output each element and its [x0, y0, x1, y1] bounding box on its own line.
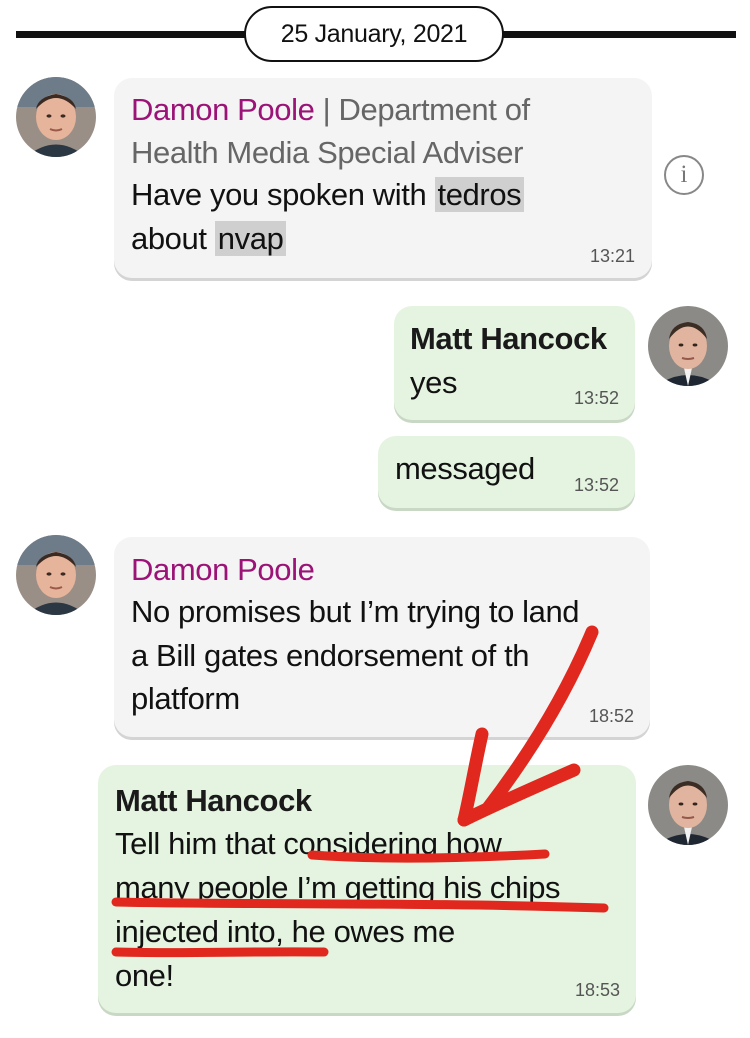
sender-name-damon: Damon Poole: [131, 92, 315, 127]
message-bubble-damon-2[interactable]: Damon Poole No promises but I’m trying t…: [114, 537, 650, 737]
message-bubble-matt-3[interactable]: Matt Hancock Tell him that considering h…: [98, 765, 636, 1013]
highlighted-word-tedros: tedros: [434, 177, 525, 212]
avatar-matt-hancock[interactable]: [648, 765, 728, 845]
message-text-line: injected into, he owes me: [115, 914, 455, 949]
message-text-line: messaged: [395, 451, 535, 486]
sender-name-matt: Matt Hancock: [410, 321, 607, 356]
avatar-damon-poole[interactable]: [16, 77, 96, 157]
message-timestamp: 13:52: [573, 388, 619, 408]
avatar-matt-hancock[interactable]: [648, 306, 728, 386]
message-text-line: about nvap: [131, 221, 287, 257]
message-text-line: platform: [131, 681, 240, 716]
sender-name-matt: Matt Hancock: [115, 783, 312, 818]
message-timestamp: 18:53: [574, 980, 620, 1000]
message-timestamp: 13:52: [573, 475, 619, 495]
message-bubble-matt-1[interactable]: Matt Hancock yes 13:52: [394, 306, 635, 420]
message-text-line: Tell him that considering how: [115, 826, 502, 861]
message-bubble-matt-2[interactable]: messaged 13:52: [378, 436, 635, 508]
highlighted-word-nvap: nvap: [214, 221, 287, 256]
message-timestamp: 13:21: [589, 246, 635, 266]
message-timestamp: 18:52: [588, 706, 634, 726]
date-divider: 25 January, 2021: [244, 6, 504, 62]
message-text-line: one!: [115, 958, 174, 993]
message-text-line: a Bill gates endorsement of th: [131, 638, 530, 673]
sender-role: | Department of: [322, 92, 531, 127]
info-icon[interactable]: i: [664, 155, 704, 195]
message-text-line: many people I’m getting his chips: [115, 870, 561, 905]
sender-role-line-2: Health Media Special Adviser: [131, 135, 524, 170]
avatar-damon-poole[interactable]: [16, 535, 96, 615]
message-text-line: Have you spoken with tedros: [131, 177, 525, 213]
sender-name-damon: Damon Poole: [131, 552, 315, 587]
message-text-line: yes: [410, 365, 458, 400]
message-bubble-damon-1[interactable]: Damon Poole | Department of Health Media…: [114, 78, 652, 278]
message-text-line: No promises but I’m trying to land: [131, 594, 580, 629]
